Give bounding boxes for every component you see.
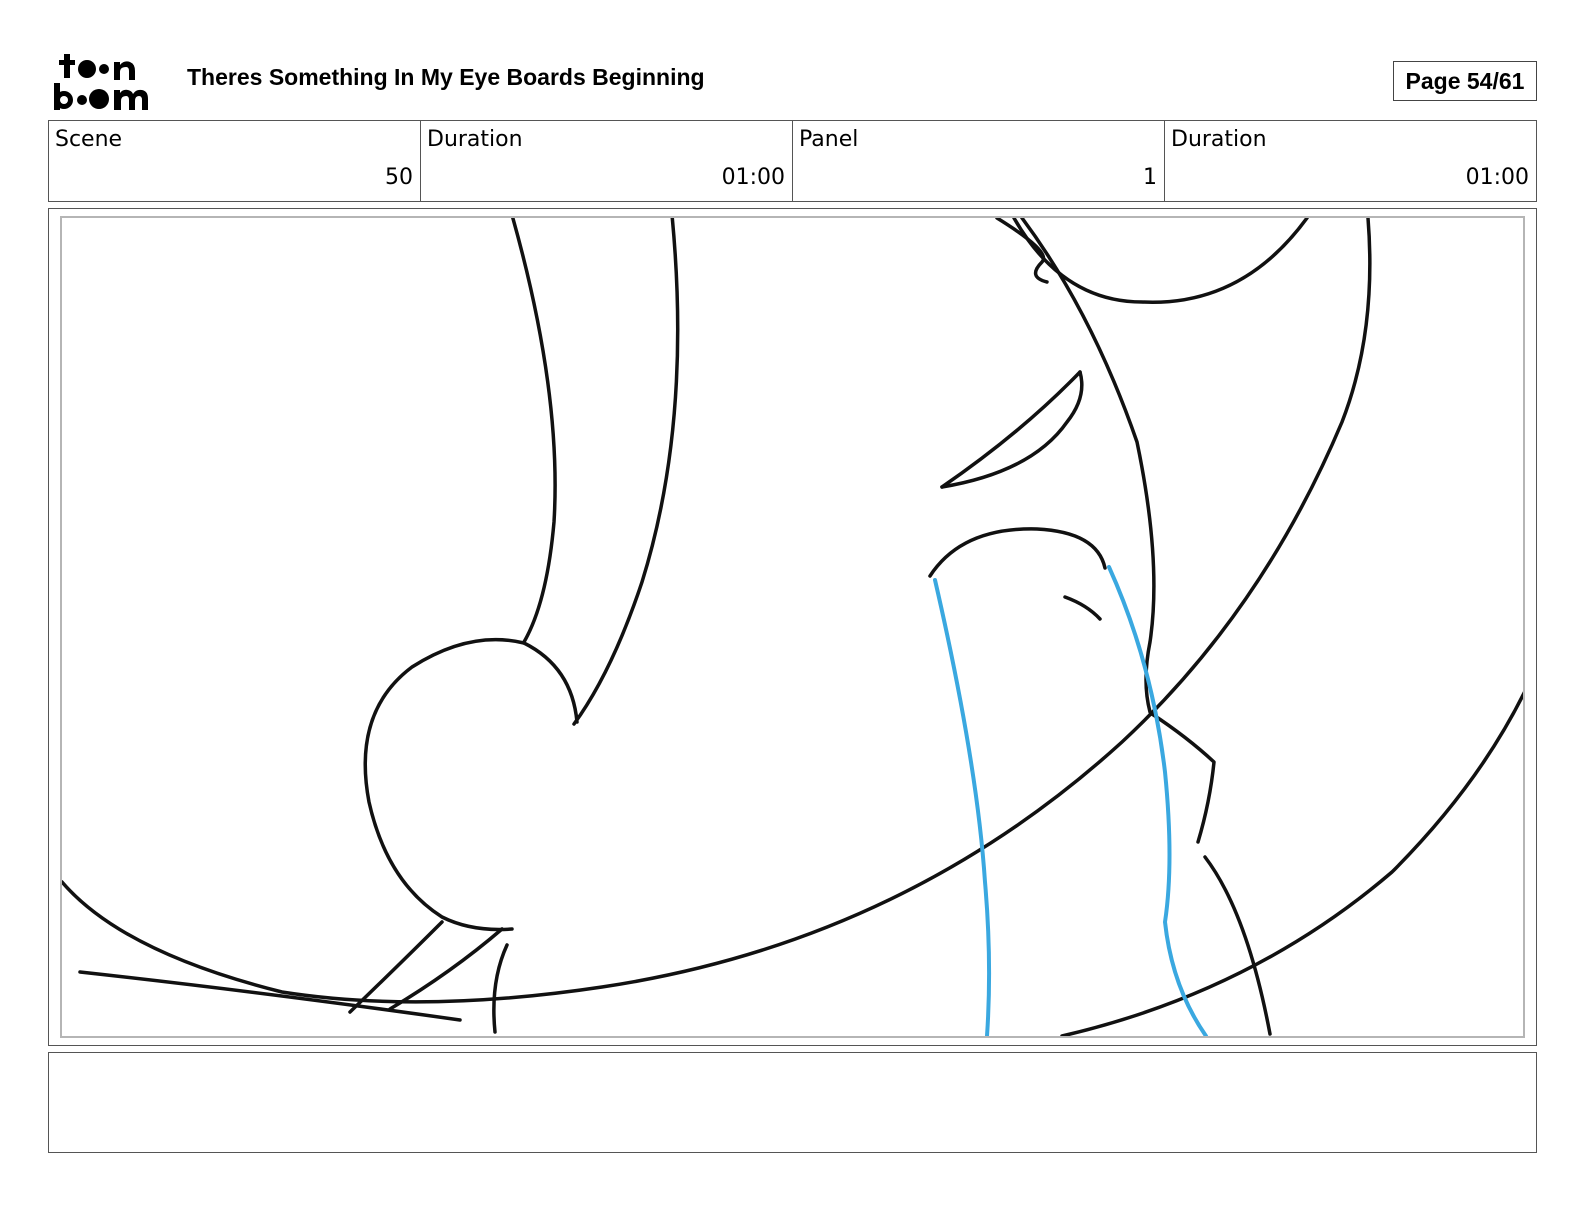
panel-duration-label: Duration: [1171, 127, 1267, 152]
document-title: Theres Something In My Eye Boards Beginn…: [187, 64, 705, 90]
scene-duration-value: 01:00: [721, 165, 785, 190]
toonboom-logo: [54, 54, 148, 110]
panel-notes-box: [48, 1052, 1537, 1153]
panel-label: Panel: [799, 127, 859, 152]
scene-label: Scene: [55, 127, 123, 152]
storyboard-panel-drawing: [60, 216, 1525, 1038]
panel-value: 1: [1143, 165, 1157, 190]
scene-value: 50: [385, 165, 413, 190]
sketch-drawing: [62, 218, 1523, 1036]
panel-cell: Panel 1: [793, 121, 1165, 201]
scene-duration-cell: Duration 01:00: [421, 121, 793, 201]
panel-duration-value: 01:00: [1465, 165, 1529, 190]
panel-info-row: Scene 50 Duration 01:00 Panel 1 Duration…: [48, 120, 1537, 202]
panel-duration-cell: Duration 01:00: [1165, 121, 1536, 201]
scene-duration-label: Duration: [427, 127, 523, 152]
page-indicator: Page 54/61: [1393, 61, 1537, 101]
scene-cell: Scene 50: [49, 121, 421, 201]
